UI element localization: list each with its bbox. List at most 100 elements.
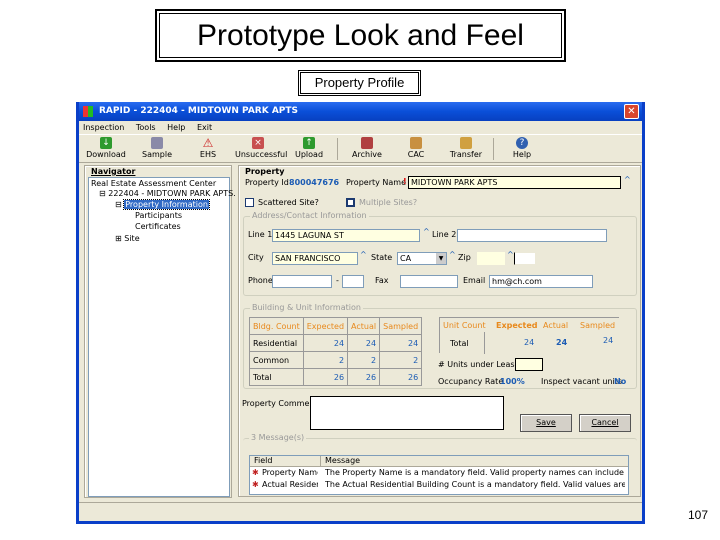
required-marker-icon: ^ — [423, 227, 430, 236]
error-bug-icon: ✱ — [252, 468, 259, 477]
inspect-vacant-value: No — [614, 377, 627, 386]
zip-ext-input[interactable] — [514, 252, 536, 265]
tree-item-property-root[interactable]: ⊟ 222404 - MIDTOWN PARK APTS. — [99, 189, 236, 198]
app-window: RAPID - 222404 - MIDTOWN PARK APTS ✕ Ins… — [76, 102, 645, 524]
phone-dash: - — [336, 276, 339, 285]
menu-help[interactable]: Help — [167, 123, 185, 132]
navigator-panel: Navigator Real Estate Assessment Center … — [84, 165, 236, 498]
building-count-table: Bldg. Count Expected Actual Sampled Residen… — [249, 317, 423, 386]
occupancy-rate-value: 100% — [500, 377, 525, 386]
archive-icon — [361, 137, 373, 149]
line2-input[interactable] — [457, 229, 607, 242]
sample-icon — [151, 137, 163, 149]
phone-label: Phone — [248, 276, 273, 285]
error-bug-icon: ✱ — [252, 480, 259, 489]
messages-header: Field Message — [250, 456, 628, 467]
app-logo-icon — [83, 106, 93, 117]
line1-label: Line 1 — [248, 230, 273, 239]
scattered-site-label: Scattered Site? — [258, 198, 319, 207]
property-name-label: Property Name — [346, 178, 406, 187]
required-marker-icon: ^ — [624, 175, 631, 184]
chevron-down-icon[interactable]: ▼ — [436, 253, 446, 264]
table-row: Common 2 2 2 — [249, 351, 423, 369]
title-bar[interactable]: RAPID - 222404 - MIDTOWN PARK APTS ✕ — [79, 102, 642, 121]
help-icon: ? — [516, 137, 528, 149]
multiple-sites-checkbox[interactable] — [346, 198, 355, 207]
status-bar — [79, 502, 642, 521]
occupancy-rate-label: Occupancy Rate — [438, 377, 504, 386]
save-button[interactable]: Save — [520, 414, 572, 432]
property-name-input[interactable]: MIDTOWN PARK APTS — [408, 176, 621, 189]
slide-title: Prototype Look and Feel — [155, 9, 566, 62]
sample-button[interactable]: Sample — [134, 137, 180, 159]
toolbar-separator — [337, 138, 338, 160]
close-icon[interactable]: ✕ — [624, 104, 639, 119]
email-label: Email — [463, 276, 486, 285]
upload-arrow-icon: ↑ — [303, 137, 315, 149]
scattered-site-checkbox[interactable] — [245, 198, 254, 207]
units-under-lease-input[interactable] — [515, 358, 543, 371]
cancel-button[interactable]: Cancel — [579, 414, 631, 432]
tree-item-site[interactable]: ⊞ Site — [115, 234, 140, 243]
table-row: Total 26 26 26 — [249, 368, 423, 386]
transfer-icon — [460, 137, 472, 149]
email-input[interactable]: hm@ch.com — [489, 275, 593, 288]
tree-item-reac[interactable]: Real Estate Assessment Center — [91, 179, 216, 188]
unsuccessful-button[interactable]: × Unsuccessful — [235, 137, 287, 159]
tree-item-property-information[interactable]: ⊟ Property Information — [115, 199, 210, 210]
slide-subtitle: Property Profile — [298, 70, 421, 96]
line2-label: Line 2 — [432, 230, 457, 239]
navigator-title: Navigator — [91, 167, 136, 176]
message-row[interactable]: ✱ Actual Resident... The Actual Resident… — [250, 480, 630, 491]
phone-ext-input[interactable] — [342, 275, 364, 288]
page-number: 107 — [688, 508, 709, 522]
archive-button[interactable]: Archive — [344, 137, 390, 159]
city-label: City — [248, 253, 264, 262]
menu-inspection[interactable]: Inspection — [83, 123, 124, 132]
required-marker-icon: ^ — [507, 250, 514, 259]
property-title: Property — [245, 167, 285, 176]
property-id-label: Property Id — [245, 178, 289, 187]
menu-bar: Inspection Tools Help Exit — [79, 121, 642, 134]
state-select[interactable]: CA ▼ — [397, 252, 447, 265]
multiple-sites-label: Multiple Sites? — [359, 198, 418, 207]
transfer-button[interactable]: Transfer — [443, 137, 489, 159]
messages-list: Field Message ✱ Property Name The Proper… — [249, 455, 629, 495]
inspect-vacant-label: Inspect vacant units — [541, 377, 623, 386]
toolbar-separator — [493, 138, 494, 160]
zip-input[interactable] — [477, 252, 505, 265]
required-marker-icon: ^ — [360, 250, 367, 259]
units-under-lease-label: # Units under Lease — [438, 360, 520, 369]
property-comments-input[interactable] — [310, 396, 504, 430]
upload-button[interactable]: ↑ Upload — [286, 137, 332, 159]
property-id-value: 800047676 — [289, 178, 340, 187]
fax-label: Fax — [375, 276, 389, 285]
table-row: Residential 24 24 24 — [249, 334, 423, 352]
tree-item-participants[interactable]: Participants — [135, 211, 182, 220]
help-button[interactable]: ? Help — [499, 137, 545, 159]
required-marker-icon: ^ — [449, 250, 456, 259]
fax-input[interactable] — [400, 275, 458, 288]
phone-input[interactable] — [272, 275, 332, 288]
building-unit-group: Building & Unit Information Bldg. Count E… — [243, 303, 637, 389]
message-row[interactable]: ✱ Property Name The Property Name is a m… — [250, 468, 630, 479]
property-panel: Property Property Id 800047676 Property … — [238, 165, 641, 497]
cac-button[interactable]: CAC — [393, 137, 439, 159]
menu-exit[interactable]: Exit — [197, 123, 212, 132]
city-input[interactable]: SAN FRANCISCO — [272, 252, 358, 265]
menu-tools[interactable]: Tools — [136, 123, 156, 132]
address-group: Address/Contact Information Line 1 1445 … — [243, 211, 637, 296]
navigator-tree: Real Estate Assessment Center ⊟ 222404 -… — [88, 177, 236, 497]
toolbar: ↓ Download Sample ⚠ EHS × Unsuccessful ↑ Upl… — [79, 134, 642, 163]
unsuccessful-icon: × — [252, 137, 264, 149]
window-title: RAPID - 222404 - MIDTOWN PARK APTS — [99, 106, 299, 116]
tree-item-certificates[interactable]: Certificates — [135, 222, 181, 231]
warning-icon: ⚠ — [202, 136, 214, 150]
zip-label: Zip — [458, 253, 471, 262]
unit-count-table: Unit Count Expected Actual Sampled Total… — [439, 317, 619, 354]
cac-icon — [410, 137, 422, 149]
table-header: Bldg. Count Expected Actual Sampled — [249, 317, 423, 335]
download-button[interactable]: ↓ Download — [83, 137, 129, 159]
ehs-button[interactable]: ⚠ EHS — [185, 137, 231, 159]
line1-input[interactable]: 1445 LAGUNA ST — [272, 229, 420, 242]
